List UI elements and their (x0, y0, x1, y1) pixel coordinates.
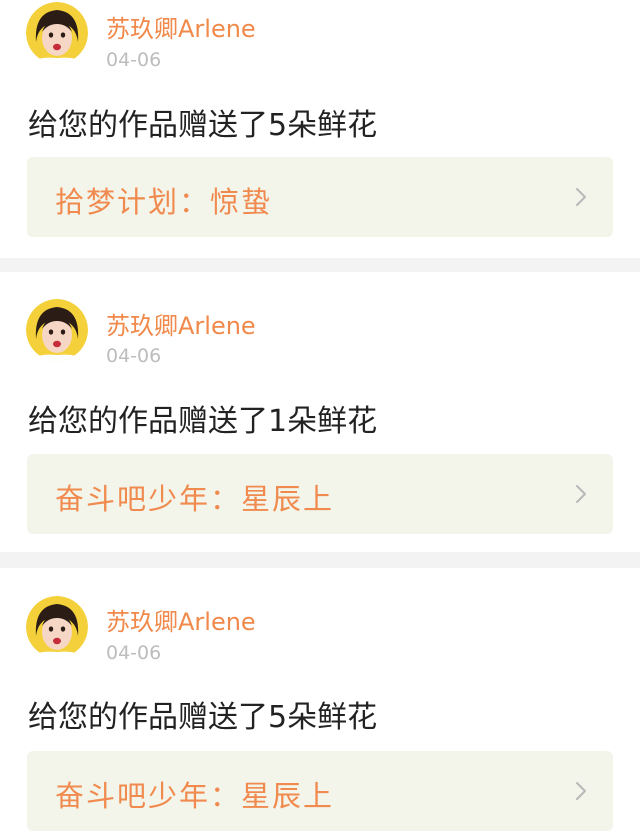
gift-message: 给您的作品赠送了5朵鲜花 (28, 700, 378, 735)
gift-message: 给您的作品赠送了1朵鲜花 (28, 404, 378, 439)
notification-card: 苏玖卿Arlene 04-06 给您的作品赠送了1朵鲜花 奋斗吧少年：星辰上 (0, 272, 640, 552)
chevron-right-icon (576, 188, 586, 206)
work-title: 拾梦计划：惊蛰 (55, 185, 273, 219)
work-link[interactable]: 奋斗吧少年：星辰上 (27, 454, 613, 534)
post-date: 04-06 (106, 642, 162, 664)
divider (0, 258, 640, 272)
work-title: 奋斗吧少年：星辰上 (55, 779, 335, 813)
avatar[interactable] (26, 2, 88, 64)
user-name[interactable]: 苏玖卿Arlene (106, 9, 256, 44)
post-date: 04-06 (106, 49, 162, 71)
notification-card: 苏玖卿Arlene 04-06 给您的作品赠送了5朵鲜花 拾梦计划：惊蛰 (0, 0, 640, 258)
work-link[interactable]: 奋斗吧少年：星辰上 (27, 751, 613, 831)
user-name[interactable]: 苏玖卿Arlene (106, 306, 256, 341)
divider (0, 552, 640, 568)
chevron-right-icon (576, 485, 586, 503)
work-link[interactable]: 拾梦计划：惊蛰 (27, 157, 613, 237)
post-date: 04-06 (106, 345, 162, 367)
avatar[interactable] (26, 299, 88, 361)
notification-card: 苏玖卿Arlene 04-06 给您的作品赠送了5朵鲜花 奋斗吧少年：星辰上 (0, 568, 640, 837)
work-title: 奋斗吧少年：星辰上 (55, 482, 335, 516)
avatar[interactable] (26, 596, 88, 658)
user-name[interactable]: 苏玖卿Arlene (106, 602, 256, 637)
chevron-right-icon (576, 782, 586, 800)
gift-message: 给您的作品赠送了5朵鲜花 (28, 108, 378, 143)
notification-feed: 苏玖卿Arlene 04-06 给您的作品赠送了5朵鲜花 拾梦计划：惊蛰 苏玖卿… (0, 0, 640, 837)
